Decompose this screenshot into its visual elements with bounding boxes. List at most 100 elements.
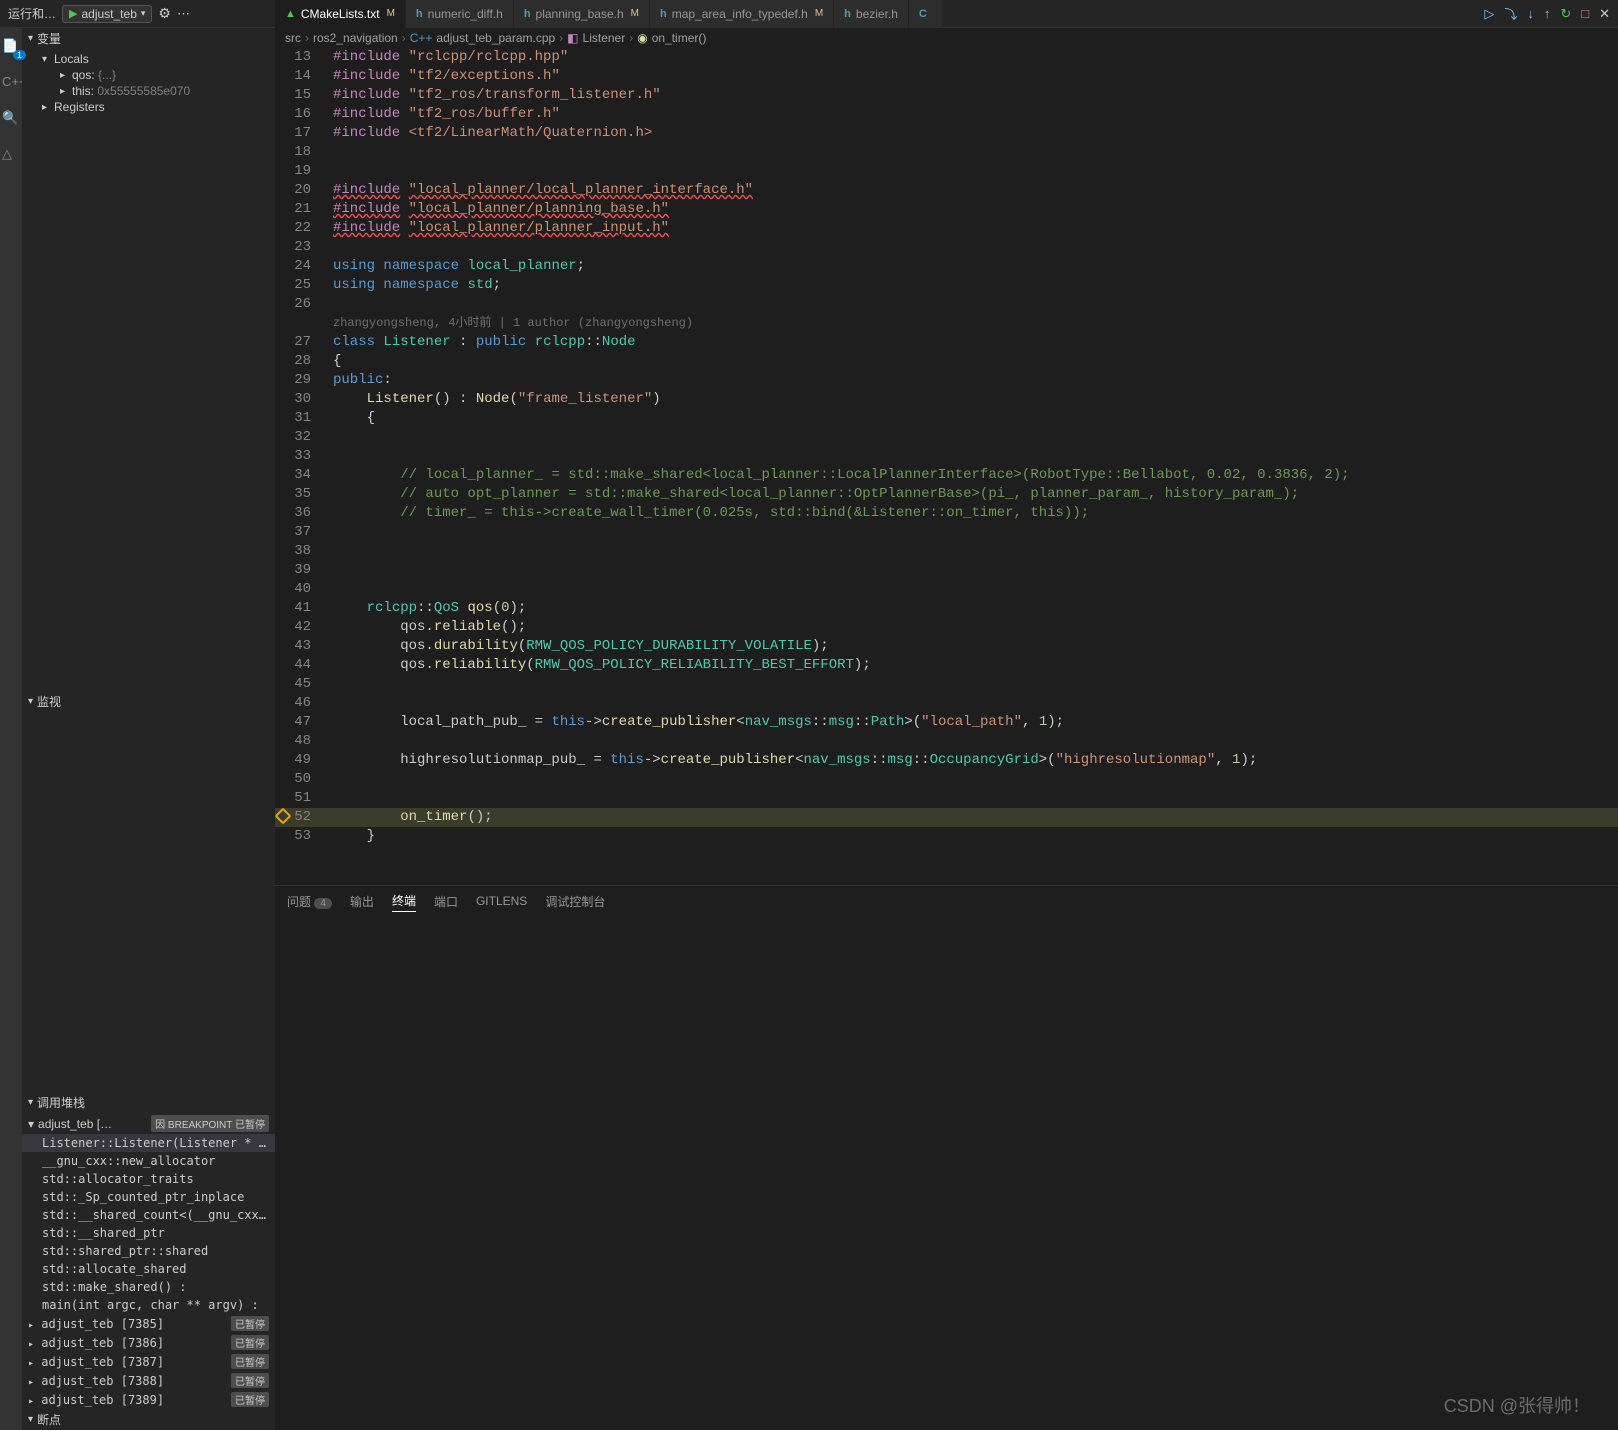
code-line[interactable]: 14#include "tf2/exceptions.h"	[275, 67, 1618, 86]
thread-item[interactable]: ▸ adjust_teb [7386]已暂停	[22, 1333, 275, 1352]
gear-icon[interactable]: ⚙	[158, 5, 171, 22]
code-line[interactable]: 48	[275, 732, 1618, 751]
code-line[interactable]: 29public:	[275, 371, 1618, 390]
thread-item[interactable]: ▸ adjust_teb [7385]已暂停	[22, 1314, 275, 1333]
launch-config-dropdown[interactable]: ▶ adjust_teb ▾	[62, 5, 152, 23]
editor-tab[interactable]: ▲CMakeLists.txtM	[275, 0, 406, 28]
code-line[interactable]: 25using namespace std;	[275, 276, 1618, 295]
code-line[interactable]: 20#include "local_planner/local_planner_…	[275, 181, 1618, 200]
tab-terminal[interactable]: 终端	[392, 890, 416, 912]
debug-continue-icon[interactable]: ▷	[1484, 6, 1494, 22]
close-icon[interactable]: ✕	[1599, 6, 1610, 22]
line-number: 14	[275, 67, 325, 86]
thread-item[interactable]: ▸ adjust_teb [7389]已暂停	[22, 1390, 275, 1409]
code-line[interactable]: 19	[275, 162, 1618, 181]
callstack-frame[interactable]: std::_Sp_counted_ptr_inplace	[22, 1188, 275, 1206]
code-line[interactable]: 37	[275, 523, 1618, 542]
debug-step-into-icon[interactable]: ↓	[1527, 6, 1534, 21]
search-icon[interactable]: 🔍	[2, 110, 20, 128]
code-line[interactable]: 46	[275, 694, 1618, 713]
tab-output[interactable]: 输出	[350, 891, 374, 912]
code-line[interactable]: 16#include "tf2_ros/buffer.h"	[275, 105, 1618, 124]
code-line[interactable]: 21#include "local_planner/planning_base.…	[275, 200, 1618, 219]
debug-step-over-icon[interactable]: ⤵	[1504, 4, 1517, 23]
callstack-section[interactable]: ▾ 调用堆栈	[22, 1092, 275, 1113]
editor-tab[interactable]: C	[909, 0, 943, 28]
code-line[interactable]: 31 {	[275, 409, 1618, 428]
callstack-target[interactable]: ▾ adjust_teb [… 因 BREAKPOINT 已暂停	[22, 1113, 275, 1134]
code-line[interactable]: 38	[275, 542, 1618, 561]
code-line[interactable]: 41 rclcpp::QoS qos(0);	[275, 599, 1618, 618]
code-line[interactable]: 43 qos.durability(RMW_QOS_POLICY_DURABIL…	[275, 637, 1618, 656]
code-line[interactable]: 52 on_timer();	[275, 808, 1618, 827]
cpp-icon[interactable]: C++	[2, 74, 20, 92]
callstack-frame[interactable]: Listener::Listener(Listener * con	[22, 1134, 275, 1152]
thread-item[interactable]: ▸ adjust_teb [7388]已暂停	[22, 1371, 275, 1390]
callstack-frame[interactable]: std::__shared_count<(__gnu_cxx::_	[22, 1206, 275, 1224]
code-line[interactable]: 30 Listener() : Node("frame_listener")	[275, 390, 1618, 409]
more-icon[interactable]: ⋯	[177, 6, 192, 22]
code-line[interactable]: 23	[275, 238, 1618, 257]
modified-indicator: M	[631, 8, 639, 19]
code-line[interactable]: 47 local_path_pub_ = this->create_publis…	[275, 713, 1618, 732]
callstack-frame[interactable]: std::__shared_ptr	[22, 1224, 275, 1242]
code-line[interactable]: 51	[275, 789, 1618, 808]
chevron-right-icon: ▸	[60, 70, 72, 81]
watch-section[interactable]: ▾ 监视	[22, 691, 275, 712]
debug-restart-icon[interactable]: ↻	[1560, 6, 1571, 22]
tab-ports[interactable]: 端口	[434, 891, 458, 912]
callstack-frame[interactable]: std::allocator_traits	[22, 1170, 275, 1188]
variables-section[interactable]: ▾ 变量	[22, 28, 275, 49]
code-line[interactable]: 18	[275, 143, 1618, 162]
code-line[interactable]: 45	[275, 675, 1618, 694]
line-number: 45	[275, 675, 325, 694]
code-line[interactable]: 26	[275, 295, 1618, 314]
callstack-frame[interactable]: std::allocate_shared	[22, 1260, 275, 1278]
locals-group[interactable]: ▾ Locals	[36, 51, 275, 67]
code-line[interactable]: zhangyongsheng, 4小时前 | 1 author (zhangyo…	[275, 314, 1618, 333]
code-line[interactable]: 35 // auto opt_planner = std::make_share…	[275, 485, 1618, 504]
code-line[interactable]: 40	[275, 580, 1618, 599]
callstack-frame[interactable]: __gnu_cxx::new_allocator	[22, 1152, 275, 1170]
tab-debugconsole[interactable]: 调试控制台	[545, 891, 605, 912]
callstack-frame[interactable]: main(int argc, char ** argv) :	[22, 1296, 275, 1314]
code-line[interactable]: 33	[275, 447, 1618, 466]
editor-tab[interactable]: hplanning_base.hM	[514, 0, 650, 28]
registers-group[interactable]: ▸ Registers	[36, 99, 275, 115]
code-editor[interactable]: 13#include "rclcpp/rclcpp.hpp"14#include…	[275, 48, 1618, 885]
editor-tab[interactable]: hmap_area_info_typedef.hM	[650, 0, 834, 28]
code-line[interactable]: 27class Listener : public rclcpp::Node	[275, 333, 1618, 352]
breakpoint-icon[interactable]	[275, 808, 291, 825]
testing-icon[interactable]: △	[2, 146, 20, 164]
thread-item[interactable]: ▸ adjust_teb [7387]已暂停	[22, 1352, 275, 1371]
code-line[interactable]: 44 qos.reliability(RMW_QOS_POLICY_RELIAB…	[275, 656, 1618, 675]
code-line[interactable]: 34 // local_planner_ = std::make_shared<…	[275, 466, 1618, 485]
debug-stop-icon[interactable]: □	[1581, 6, 1589, 21]
variable-this[interactable]: ▸ this: 0x55555585e070	[36, 83, 275, 99]
code-line[interactable]: 24using namespace local_planner;	[275, 257, 1618, 276]
explorer-icon[interactable]: 📄	[2, 38, 20, 56]
code-line[interactable]: 36 // timer_ = this->create_wall_timer(0…	[275, 504, 1618, 523]
code-line[interactable]: 13#include "rclcpp/rclcpp.hpp"	[275, 48, 1618, 67]
breadcrumb[interactable]: src › ros2_navigation › C++ adjust_teb_p…	[275, 28, 1618, 48]
variable-qos[interactable]: ▸ qos: {...}	[36, 67, 275, 83]
code-line[interactable]: 28{	[275, 352, 1618, 371]
editor-tab[interactable]: hnumeric_diff.h	[406, 0, 514, 28]
code-line[interactable]: 15#include "tf2_ros/transform_listener.h…	[275, 86, 1618, 105]
code-line[interactable]: 49 highresolutionmap_pub_ = this->create…	[275, 751, 1618, 770]
code-line[interactable]: 39	[275, 561, 1618, 580]
code-line[interactable]: 17#include <tf2/LinearMath/Quaternion.h>	[275, 124, 1618, 143]
code-line[interactable]: 32	[275, 428, 1618, 447]
code-line[interactable]: 50	[275, 770, 1618, 789]
callstack-frame[interactable]: std::make_shared() :	[22, 1278, 275, 1296]
callstack-frame[interactable]: std::shared_ptr::shared	[22, 1242, 275, 1260]
play-icon: ▶	[69, 7, 77, 20]
breakpoints-section[interactable]: ▾ 断点	[22, 1409, 275, 1430]
code-line[interactable]: 53 }	[275, 827, 1618, 846]
code-line[interactable]: 22#include "local_planner/planner_input.…	[275, 219, 1618, 238]
tab-gitlens[interactable]: GITLENS	[476, 892, 527, 910]
tab-problems[interactable]: 问题 4	[287, 891, 332, 912]
code-line[interactable]: 42 qos.reliable();	[275, 618, 1618, 637]
editor-tab[interactable]: hbezier.h	[834, 0, 909, 28]
debug-step-out-icon[interactable]: ↑	[1544, 6, 1551, 21]
